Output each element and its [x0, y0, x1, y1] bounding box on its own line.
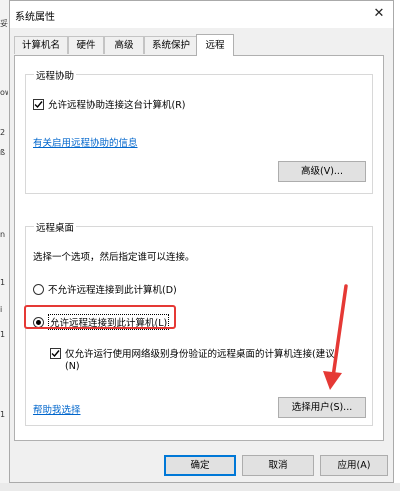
nla-option-row[interactable]: 仅允许运行使用网络级别身份验证的远程桌面的计算机连接(建议) [50, 346, 338, 360]
select-users-button[interactable]: 选择用户(S)... [278, 397, 366, 418]
background-fragment: ß [0, 148, 6, 157]
background-fragment: 1 [0, 410, 6, 419]
allow-remote-assistance-checkbox[interactable] [33, 98, 44, 110]
background-fragment: i [0, 305, 3, 314]
allow-remote-assistance-row[interactable]: 允许远程协助连接这台计算机(R) [33, 97, 186, 111]
annotation-highlight-box [24, 305, 176, 329]
background-fragment: 2 [0, 128, 6, 137]
remote-assistance-info-link[interactable]: 有关启用远程协助的信息 [33, 135, 138, 149]
background-fragment: n [0, 230, 6, 239]
tab-strip: 计算机名 硬件 高级 系统保护 远程 [14, 34, 384, 56]
system-properties-dialog: 系统属性 ✕ 计算机名 硬件 高级 系统保护 远程 远程协助 允许远程协助连接这… [9, 0, 394, 483]
title-bar: 系统属性 ✕ [10, 1, 393, 28]
remote-desktop-instruction: 选择一个选项，然后指定谁可以连接。 [33, 252, 195, 263]
background-bottom-strip [0, 483, 400, 491]
tab-remote[interactable]: 远程 [196, 34, 234, 56]
nla-label-line2[interactable]: (N) [65, 361, 80, 372]
nla-label-line1[interactable]: 仅允许运行使用网络级别身份验证的远程桌面的计算机连接(建议) [65, 346, 338, 360]
deny-remote-option[interactable]: 不允许远程连接到此计算机(D) [33, 282, 177, 296]
background-fragment: ow [0, 88, 8, 97]
remote-assistance-title: 远程协助 [34, 68, 77, 82]
nla-checkbox[interactable] [50, 347, 61, 359]
cancel-button[interactable]: 取消 [242, 455, 314, 476]
background-fragment: 1 [0, 330, 6, 339]
apply-button[interactable]: 应用(A) [320, 455, 388, 476]
ok-button[interactable]: 确定 [164, 455, 236, 476]
allow-remote-assistance-label[interactable]: 允许远程协助连接这台计算机(R) [48, 97, 186, 111]
check-icon [34, 100, 43, 108]
deny-remote-label[interactable]: 不允许远程连接到此计算机(D) [48, 282, 177, 296]
window-title: 系统属性 [15, 12, 55, 23]
close-icon[interactable]: ✕ [369, 4, 389, 24]
remote-assistance-group: 远程协助 允许远程协助连接这台计算机(R) 有关启用远程协助的信息 高级(V).… [25, 68, 373, 194]
remote-tab-panel: 远程协助 允许远程协助连接这台计算机(R) 有关启用远程协助的信息 高级(V).… [14, 55, 384, 441]
tab-computer-name[interactable]: 计算机名 [14, 36, 68, 54]
tab-system-protection[interactable]: 系统保护 [144, 36, 198, 54]
advanced-button[interactable]: 高级(V)... [278, 161, 366, 182]
help-me-choose-link[interactable]: 帮助我选择 [33, 402, 81, 416]
check-icon [51, 349, 60, 357]
tab-advanced[interactable]: 高级 [104, 36, 144, 54]
remote-desktop-title: 远程桌面 [34, 220, 77, 234]
background-fragment: 妥 [0, 19, 8, 27]
background-fragment: 1 [0, 278, 6, 287]
tab-hardware[interactable]: 硬件 [68, 36, 104, 54]
deny-remote-radio[interactable] [33, 283, 44, 295]
